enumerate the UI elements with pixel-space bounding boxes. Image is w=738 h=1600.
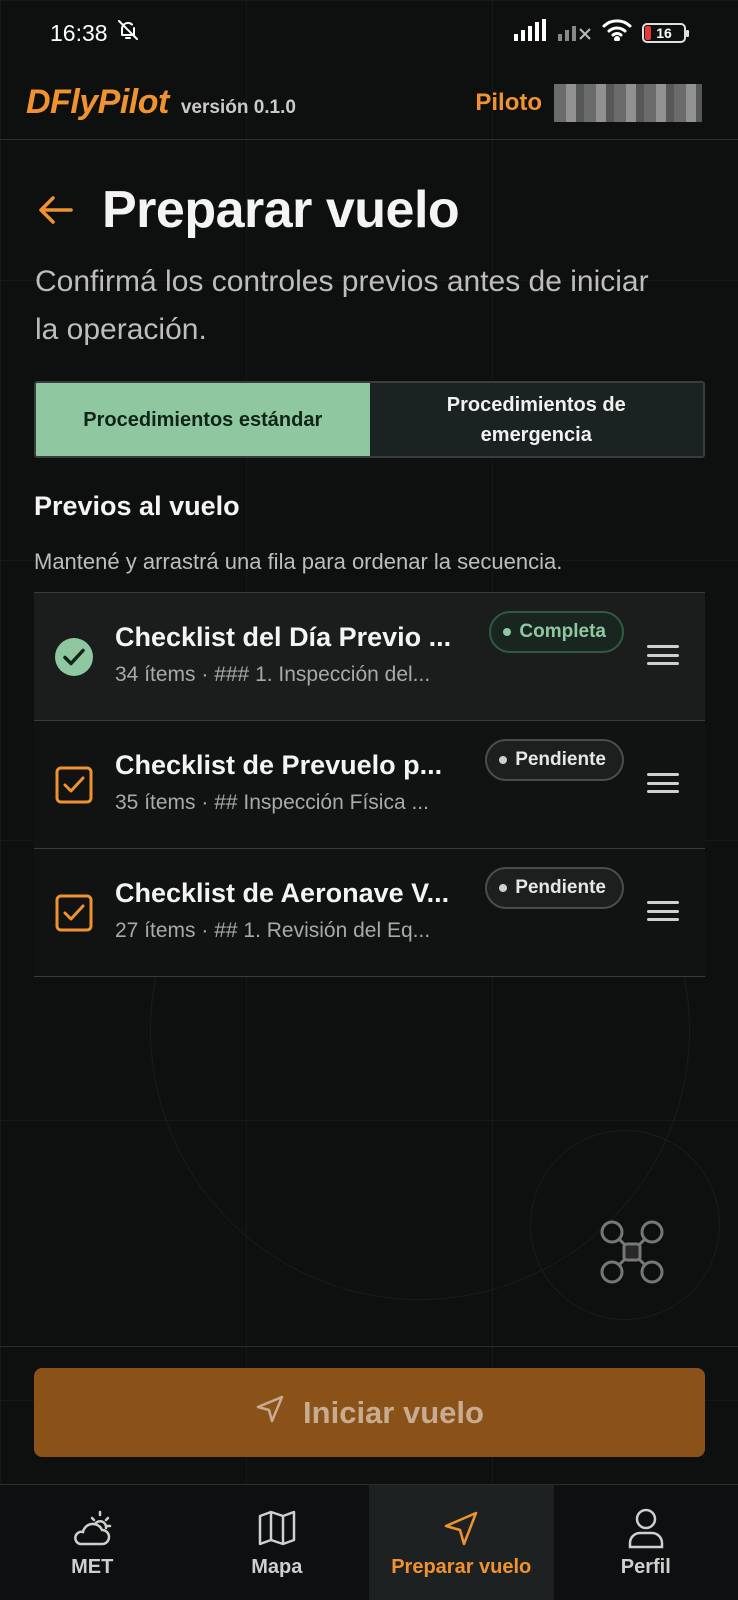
signal-icon — [514, 19, 548, 47]
status-badge-label: Pendiente — [515, 749, 606, 770]
divider — [0, 1346, 738, 1347]
drag-handle-icon[interactable] — [647, 773, 679, 793]
start-flight-button[interactable]: Iniciar vuelo — [34, 1368, 705, 1457]
tab-standard-procedures[interactable]: Procedimientos estándar — [36, 383, 370, 456]
checklist-title: Checklist de Prevuelo p... — [115, 750, 443, 780]
battery-icon: 16 — [642, 23, 689, 43]
drag-handle-icon[interactable] — [647, 645, 679, 665]
mute-bell-icon — [116, 18, 140, 48]
checklist-subtitle: 35 ítems · ## Inspección Física ... — [115, 791, 429, 814]
checklist-list: Checklist del Día Previo ... 34 ítems · … — [34, 592, 705, 977]
back-arrow-icon[interactable] — [36, 190, 76, 230]
nav-item-map[interactable]: Mapa — [185, 1485, 370, 1600]
checkbox-icon[interactable] — [54, 765, 94, 805]
app-version: versión 0.1.0 — [180, 97, 296, 118]
check-circle-icon — [54, 637, 94, 677]
navigation-icon — [439, 1506, 483, 1550]
status-badge: Pendiente — [485, 867, 624, 909]
page-title: Preparar vuelo — [102, 181, 460, 239]
status-badge-label: Pendiente — [515, 877, 606, 898]
app-header: DFlyPilot versión 0.1.0 Piloto — [0, 66, 738, 140]
nav-label: Perfil — [620, 1556, 671, 1578]
section-hint: Mantené y arrastrá una fila para ordenar… — [34, 549, 563, 574]
checklist-row[interactable]: Checklist de Prevuelo p... 35 ítems · ##… — [34, 721, 705, 849]
cloud-sun-icon — [70, 1506, 114, 1550]
drag-handle-icon[interactable] — [647, 901, 679, 921]
checklist-title: Checklist del Día Previo ... — [115, 622, 452, 652]
status-badge-label: Completa — [519, 621, 606, 642]
status-badge: Completa — [489, 611, 624, 653]
navigation-icon — [255, 1394, 285, 1432]
app-logo: DFlyPilot — [26, 83, 169, 121]
nav-item-prepare-flight[interactable]: Preparar vuelo — [369, 1485, 554, 1600]
signal-off-icon — [558, 19, 592, 47]
nav-item-profile[interactable]: Perfil — [554, 1485, 738, 1600]
status-bar: 16:38 16 — [0, 0, 738, 66]
nav-label: Mapa — [251, 1556, 303, 1578]
pilot-info[interactable]: Piloto — [475, 83, 702, 122]
section-title: Previos al vuelo — [34, 491, 240, 521]
wifi-icon — [602, 19, 632, 47]
pilot-name-redacted — [554, 83, 702, 122]
procedure-tabs: Procedimientos estándar Procedimientos d… — [34, 381, 705, 458]
start-flight-label: Iniciar vuelo — [303, 1394, 484, 1430]
page-subtitle: Confirmá los controles previos antes de … — [35, 265, 649, 346]
checklist-row[interactable]: Checklist de Aeronave V... 27 ítems · ##… — [34, 849, 705, 977]
checklist-row[interactable]: Checklist del Día Previo ... 34 ítems · … — [34, 593, 705, 721]
checklist-subtitle: 27 ítems · ## 1. Revisión del Eq... — [115, 919, 431, 942]
page-header: Preparar vuelo — [36, 180, 460, 240]
checklist-subtitle: 34 ítems · ### 1. Inspección del... — [115, 663, 431, 686]
checklist-title: Checklist de Aeronave V... — [115, 878, 450, 908]
status-time: 16:38 — [50, 19, 108, 46]
tab-emergency-procedures[interactable]: Procedimientos de emergencia — [369, 383, 703, 456]
bottom-navigation: MET Mapa Preparar vuelo Perfil — [0, 1484, 738, 1600]
nav-item-met[interactable]: MET — [0, 1485, 185, 1600]
drone-icon — [596, 1216, 668, 1288]
user-icon — [624, 1506, 668, 1550]
checkbox-icon[interactable] — [54, 893, 94, 933]
nav-label: Preparar vuelo — [391, 1556, 532, 1578]
nav-label: MET — [71, 1556, 114, 1578]
pilot-label: Piloto — [475, 88, 542, 116]
map-icon — [255, 1506, 299, 1550]
status-badge: Pendiente — [485, 739, 624, 781]
battery-level: 16 — [656, 25, 672, 41]
